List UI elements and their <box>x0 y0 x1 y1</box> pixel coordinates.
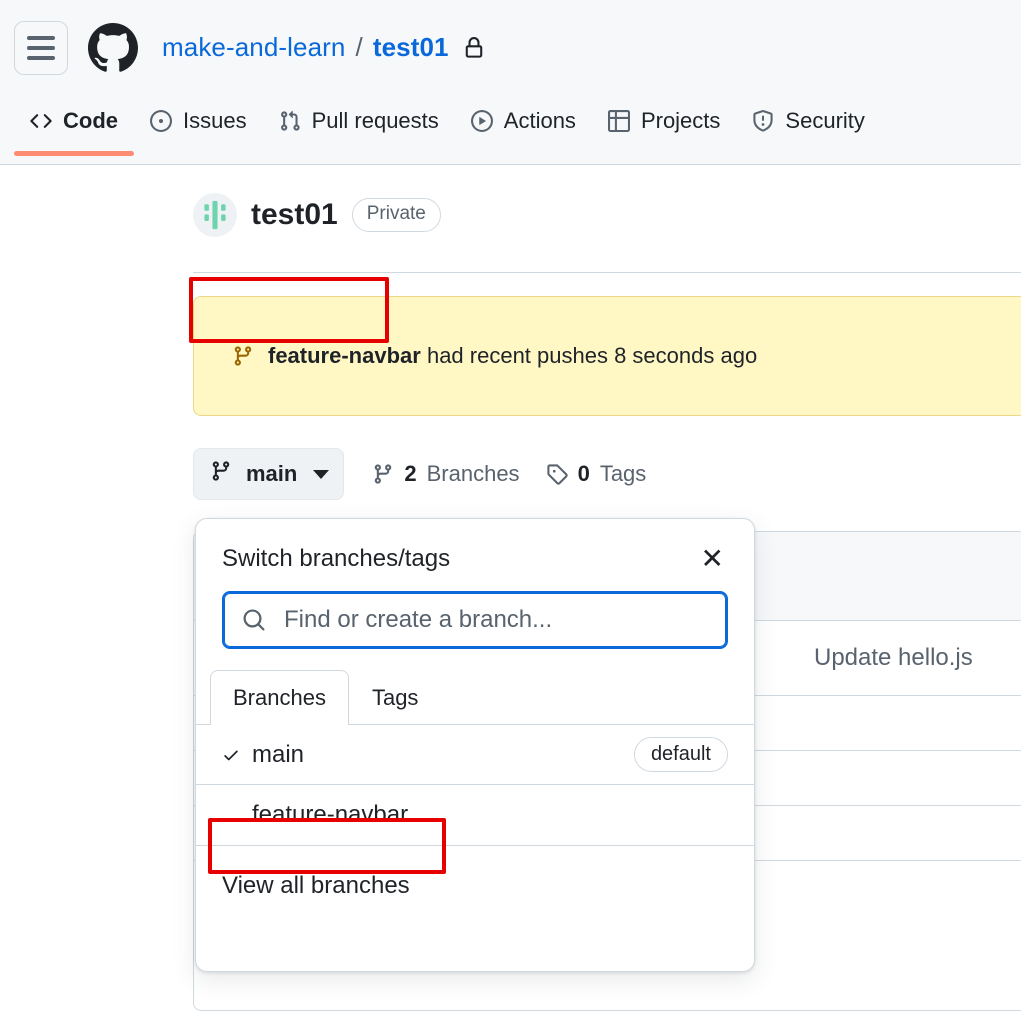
tab-label: Security <box>785 108 865 133</box>
branch-item-left: feature-navbar <box>222 801 408 829</box>
branch-item-left: main <box>222 741 304 769</box>
git-branch-icon <box>372 463 394 485</box>
table-icon <box>607 110 630 132</box>
view-all-branches-link[interactable]: View all branches <box>196 845 754 925</box>
popover-tabs: Branches Tags <box>196 670 754 725</box>
notice-suffix: had recent pushes 8 seconds ago <box>420 343 758 368</box>
global-header: make-and-learn / test01 Code Issues Pull… <box>0 0 1021 165</box>
commit-message[interactable]: Update hello.js <box>814 644 973 672</box>
code-icon <box>30 110 52 132</box>
lock-icon <box>463 36 485 59</box>
check-icon <box>222 745 240 765</box>
github-repo-page: make-and-learn / test01 Code Issues Pull… <box>0 0 1021 1011</box>
github-mark-icon[interactable] <box>86 21 140 75</box>
branch-item-label: main <box>252 740 305 768</box>
view-all-branches-label: View all branches <box>222 871 410 899</box>
tab-label: Pull requests <box>311 108 439 133</box>
notice-branch-name: feature-navbar <box>268 343 421 368</box>
repo-avatar-icon <box>193 193 237 237</box>
tags-count-link[interactable]: 0 Tags <box>546 461 647 487</box>
breadcrumb-separator: / <box>355 32 363 62</box>
tab-issues[interactable]: Issues <box>134 95 263 147</box>
branch-search-field[interactable] <box>222 591 728 649</box>
branch-item-main[interactable]: main default <box>196 725 754 785</box>
play-icon <box>470 110 493 132</box>
title-divider <box>193 272 1021 273</box>
tab-label: Issues <box>183 108 247 133</box>
popover-title: Switch branches/tags <box>222 545 451 572</box>
branch-item-feature-navbar[interactable]: feature-navbar <box>196 785 754 845</box>
tab-label: Projects <box>640 108 721 133</box>
tab-label: Branches <box>233 685 326 710</box>
breadcrumb-repo[interactable]: test01 <box>373 32 449 63</box>
tab-security[interactable]: Security <box>736 95 880 147</box>
tags-count: 0 <box>577 461 590 486</box>
tag-icon <box>546 463 568 485</box>
tab-branches[interactable]: Branches <box>210 670 349 725</box>
hamburger-bar <box>27 45 55 50</box>
shield-icon <box>752 110 774 132</box>
tab-label: Tags <box>371 684 419 710</box>
chevron-down-icon <box>313 469 330 479</box>
notice-content: feature-navbar had recent pushes 8 secon… <box>232 343 757 369</box>
branch-list: main default feature-navbar <box>196 725 754 845</box>
status-badge: Private <box>351 198 441 232</box>
breadcrumb-owner[interactable]: make-and-learn <box>162 32 346 63</box>
git-pull-request-icon <box>279 110 301 132</box>
breadcrumb: make-and-learn / test01 <box>162 32 485 63</box>
git-branch-icon <box>232 345 254 367</box>
popover-search-wrap <box>196 575 754 649</box>
branches-count-link[interactable]: 2 Branches <box>372 461 520 487</box>
hamburger-bar <box>27 35 55 40</box>
notice-text: feature-navbar had recent pushes 8 secon… <box>268 343 757 369</box>
branch-selector-button[interactable]: main <box>193 448 345 500</box>
branch-item-label: feature-navbar <box>252 801 409 828</box>
tab-tags[interactable]: Tags <box>349 670 441 724</box>
repo-refs-counts: 2 Branches 0 Tags <box>372 461 646 487</box>
default-badge: default <box>633 737 728 772</box>
search-icon <box>242 608 266 632</box>
tab-projects[interactable]: Projects <box>592 95 736 147</box>
branches-label: Branches <box>426 461 520 486</box>
hamburger-icon[interactable] <box>14 20 68 75</box>
recent-pushes-notice: feature-navbar had recent pushes 8 secon… <box>193 296 1021 416</box>
tags-label: Tags <box>599 461 647 486</box>
repo-title-row: test01 Private <box>193 193 441 237</box>
branch-toolbar: main 2 Branches 0 Tags <box>193 448 646 500</box>
git-branch-icon <box>210 460 232 488</box>
tab-actions[interactable]: Actions <box>455 95 592 147</box>
close-icon[interactable]: ✕ <box>697 543 728 575</box>
branch-selector-label: main <box>246 461 298 486</box>
hamburger-bar <box>27 55 55 60</box>
popover-header: Switch branches/tags ✕ <box>196 519 754 575</box>
tab-pull-requests[interactable]: Pull requests <box>263 95 455 147</box>
repo-nav-tabs: Code Issues Pull requests Actions Projec… <box>0 95 1021 164</box>
page-title: test01 <box>251 198 338 231</box>
tab-label: Code <box>63 108 118 133</box>
branches-count: 2 <box>404 461 417 486</box>
search-input[interactable] <box>282 605 708 635</box>
issue-opened-icon <box>150 110 172 132</box>
tab-label: Actions <box>503 108 576 133</box>
header-top-row: make-and-learn / test01 <box>0 0 1021 95</box>
tab-code[interactable]: Code <box>14 95 134 156</box>
branch-switcher-popover: Switch branches/tags ✕ Branches Tags <box>195 518 755 972</box>
